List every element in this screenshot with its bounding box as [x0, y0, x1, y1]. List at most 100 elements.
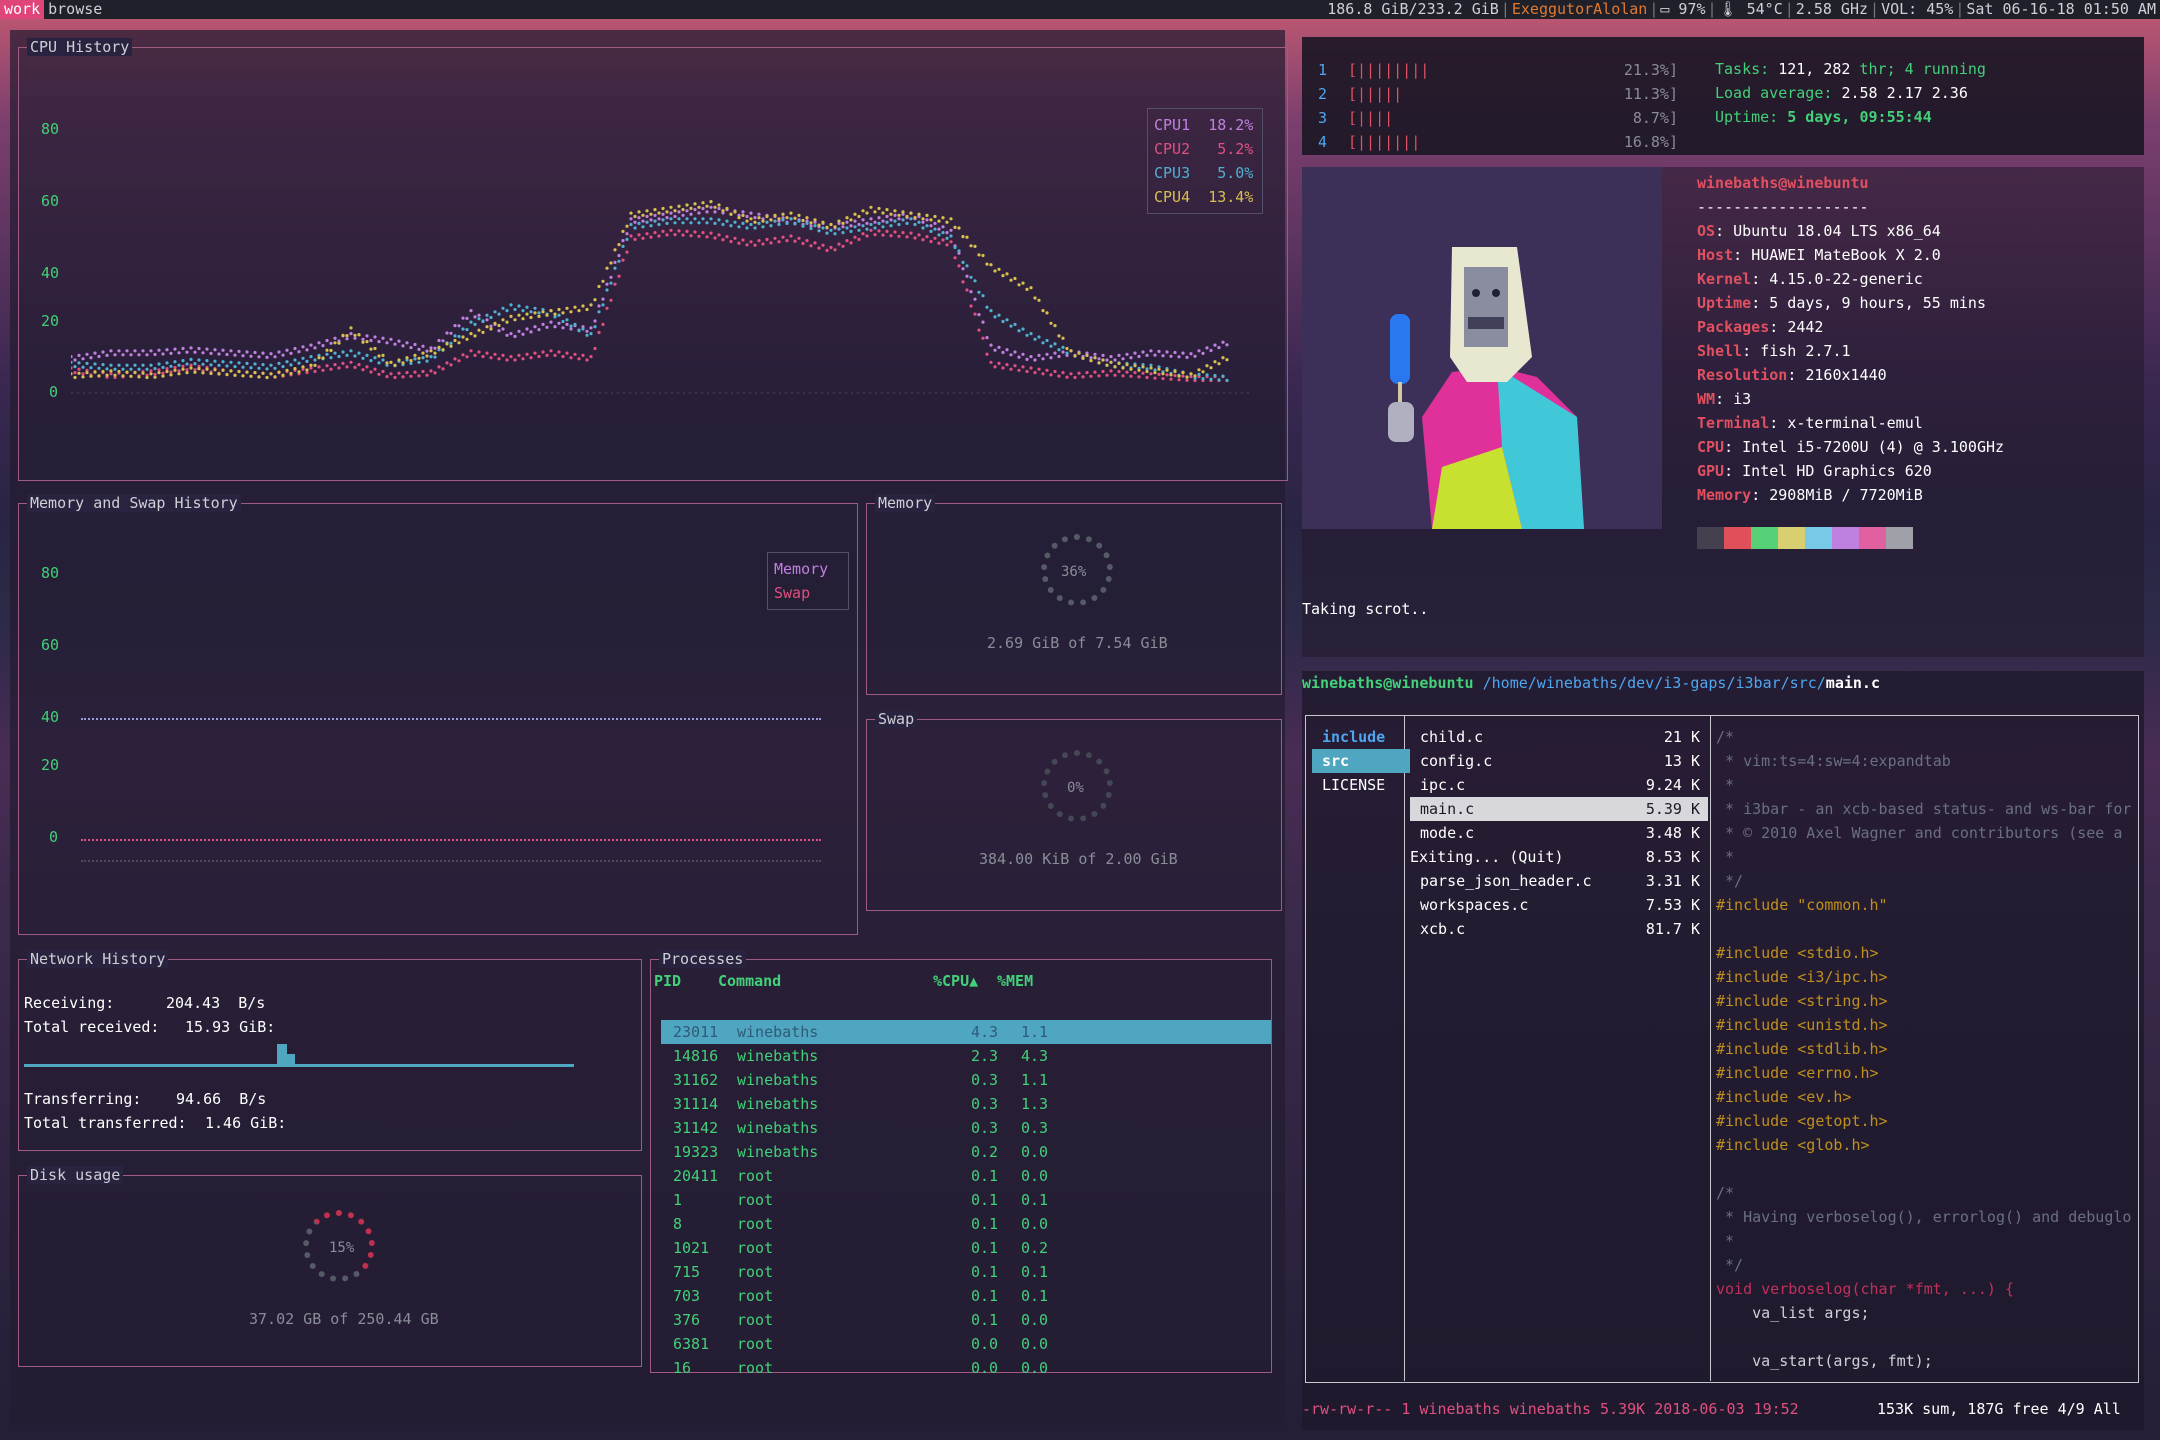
gotop-window[interactable]: CPU History 80 60 40 20 0 CPU1 18.2% CPU…: [10, 30, 1288, 1425]
process-row[interactable]: 14816 winebaths 2.3 4.3: [661, 1044, 1271, 1068]
process-mem: 0.0: [1021, 1335, 1049, 1353]
cpu-point: [877, 216, 881, 220]
process-cpu: 2.3: [971, 1047, 999, 1065]
file-row-selected[interactable]: main.c 5.39 K: [1410, 797, 1708, 821]
cpu-point: [213, 348, 217, 352]
cpu-point: [289, 363, 293, 367]
file-row[interactable]: config.c 13 K: [1410, 749, 1708, 773]
cpu-point: [141, 349, 145, 353]
process-pid: 14816: [673, 1047, 719, 1065]
cpu-point: [965, 235, 969, 239]
cpu-point: [741, 213, 745, 217]
workspace-browse[interactable]: browse: [44, 0, 106, 19]
cpu-point: [1213, 373, 1217, 378]
header-pid[interactable]: PID: [654, 972, 681, 990]
file-row[interactable]: child.c 21 K: [1410, 725, 1708, 749]
cpu-point: [333, 363, 337, 367]
cpu-point: [873, 226, 877, 230]
temp-status: 54°C: [1746, 0, 1783, 18]
process-row[interactable]: 1021 root 0.1 0.2: [661, 1236, 1271, 1260]
process-mem: 0.2: [1021, 1239, 1049, 1257]
cpu-point: [713, 210, 717, 214]
cpu-point: [225, 364, 229, 368]
file-row[interactable]: Exiting... (Quit) 8.53 K: [1410, 845, 1708, 869]
htop-window[interactable]: 1 [|||||||| 21.3%] 2 [||||| 11.3%] 3 [|||| 8.7%]…: [1302, 37, 2144, 155]
cpu-point: [797, 219, 801, 223]
dir-include[interactable]: include: [1312, 725, 1412, 749]
cpu-point: [229, 369, 233, 373]
file-row[interactable]: mode.c 3.48 K: [1410, 821, 1708, 845]
process-row[interactable]: 1 root 0.1 0.1: [661, 1188, 1271, 1212]
cpu-point: [1033, 358, 1037, 362]
neofetch-separator: -------------------: [1697, 198, 1869, 216]
file-row[interactable]: ipc.c 9.24 K: [1410, 773, 1708, 797]
process-row[interactable]: 376 root 0.1 0.0: [661, 1308, 1271, 1332]
cpu-point: [289, 351, 293, 355]
cpu-point: [793, 239, 797, 243]
cpu-point: [1149, 363, 1153, 367]
file-row[interactable]: parse_json_header.c 3.31 K: [1410, 869, 1708, 893]
cpu-point: [721, 238, 725, 242]
process-row[interactable]: 23011 winebaths 4.3 1.1: [661, 1020, 1271, 1044]
cpu-point: [613, 266, 617, 270]
cpu-point: [477, 317, 481, 321]
cpu-point: [521, 309, 525, 313]
cpu-point: [761, 225, 765, 229]
process-mem: 1.1: [1021, 1023, 1049, 1041]
cpu-point: [369, 359, 373, 363]
cpu-point: [125, 370, 129, 374]
process-row[interactable]: 703 root 0.1 0.1: [661, 1284, 1271, 1308]
process-row[interactable]: 16 root 0.0 0.0: [661, 1356, 1271, 1380]
file-license[interactable]: LICENSE: [1312, 773, 1412, 797]
process-row[interactable]: 715 root 0.1 0.1: [661, 1260, 1271, 1284]
header-command[interactable]: Command: [718, 972, 781, 990]
cpu-point: [881, 219, 885, 223]
process-row[interactable]: 6381 root 0.0 0.0: [661, 1332, 1271, 1356]
process-row[interactable]: 31114 winebaths 0.3 1.3: [661, 1092, 1271, 1116]
process-command: root: [737, 1311, 774, 1329]
cpu-point: [1017, 355, 1021, 359]
cpu-point: [637, 233, 641, 237]
process-row[interactable]: 19323 winebaths 0.2 0.0: [661, 1140, 1271, 1164]
code-line: #include <stdio.h>: [1716, 944, 1879, 962]
cpu-point: [73, 358, 77, 362]
info-key: Host: [1697, 246, 1734, 264]
file-row[interactable]: workspaces.c 7.53 K: [1410, 893, 1708, 917]
legend-cpu2: CPU2 5.2%: [1154, 140, 1254, 158]
process-row[interactable]: 8 root 0.1 0.0: [661, 1212, 1271, 1236]
info-shell: Shell: fish 2.7.1: [1697, 342, 1851, 360]
cpu-point: [501, 327, 505, 331]
process-command: root: [737, 1239, 774, 1257]
header-mem[interactable]: %MEM: [997, 972, 1033, 990]
cpu-point: [857, 222, 861, 227]
cpu-point: [865, 221, 869, 225]
workspace-work[interactable]: work: [0, 0, 45, 19]
neofetch-window[interactable]: winebaths@winebuntu ------------------- …: [1302, 167, 2144, 657]
cpu-point: [897, 217, 901, 221]
file-size: 7.53 K: [1645, 896, 1700, 914]
cpu-point: [885, 220, 889, 224]
process-row[interactable]: 31142 winebaths 0.3 0.3: [661, 1116, 1271, 1140]
cpu-point: [941, 231, 945, 235]
cpu-point: [513, 358, 517, 362]
process-row[interactable]: 31162 winebaths 0.3 1.1: [661, 1068, 1271, 1092]
dir-src[interactable]: src: [1312, 749, 1410, 773]
cpu-point: [1185, 375, 1189, 379]
cpu-point: [589, 332, 593, 336]
cpu-point: [785, 221, 789, 225]
swap-line: [81, 839, 821, 841]
ranger-window[interactable]: winebaths@winebuntu /home/winebaths/dev/…: [1302, 671, 2144, 1430]
cpu-point: [1053, 351, 1057, 355]
header-cpu[interactable]: %CPU▲: [933, 972, 978, 990]
cpu-point: [689, 221, 693, 225]
cpu-point: [561, 326, 565, 330]
file-row[interactable]: xcb.c 81.7 K: [1410, 917, 1708, 941]
cpu-point: [293, 358, 297, 362]
cpu-point: [889, 212, 893, 216]
cpu-point: [1225, 378, 1229, 382]
cpu-point: [113, 353, 117, 357]
memswap-title: Memory and Swap History: [27, 494, 241, 512]
file-name: main.c: [1420, 800, 1475, 818]
cpu-point: [709, 205, 713, 209]
process-row[interactable]: 20411 root 0.1 0.0: [661, 1164, 1271, 1188]
